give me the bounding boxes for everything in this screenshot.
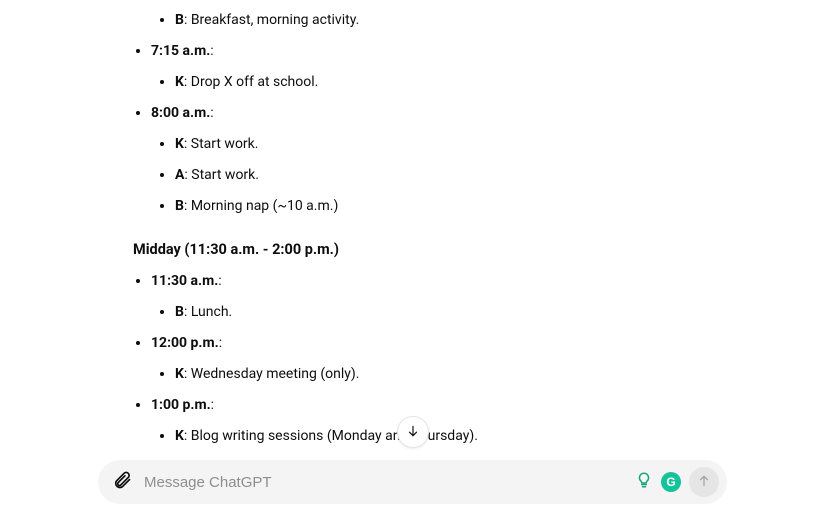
time-block: 7:15 a.m.: — [151, 41, 735, 62]
person-label: B — [175, 12, 184, 28]
person-label: K — [175, 428, 184, 444]
grammarly-icon[interactable]: G — [661, 472, 681, 492]
time-block: 1:00 p.m.: — [151, 395, 735, 416]
time-label: 11:30 a.m. — [151, 273, 218, 289]
time-block: 12:00 p.m.: — [151, 333, 735, 354]
arrow-down-icon — [406, 423, 420, 442]
list-item: K: Start work. — [175, 134, 735, 155]
time-label: 7:15 a.m. — [151, 43, 210, 59]
arrow-up-icon — [697, 473, 711, 492]
list-item: B: Breakfast, morning activity. — [175, 10, 735, 31]
person-label: B — [175, 198, 184, 214]
scroll-to-bottom-button[interactable] — [397, 416, 429, 448]
list-item: A: Start work. — [175, 165, 735, 186]
list-item: B: Breakfast, morning activity. — [115, 10, 735, 31]
send-button[interactable] — [689, 467, 719, 497]
list-item: K: Blog writing sessions (Monday and Thu… — [175, 426, 735, 447]
time-label: 12:00 p.m. — [151, 335, 219, 351]
paperclip-icon — [112, 470, 132, 494]
person-label: K — [175, 136, 184, 152]
item-text: Wednesday meeting (only). — [191, 366, 360, 382]
item-text: Breakfast, morning activity. — [191, 12, 359, 28]
lightbulb-icon — [635, 474, 653, 493]
time-block: 11:30 a.m.: — [151, 271, 735, 292]
message-input[interactable] — [142, 473, 625, 492]
person-label: K — [175, 74, 184, 90]
time-label: 1:00 p.m. — [151, 397, 211, 413]
person-label: B — [175, 304, 184, 320]
item-text: Start work. — [191, 136, 259, 152]
item-text: Lunch. — [191, 304, 232, 320]
item-text: Drop X off at school. — [191, 74, 319, 90]
person-label: A — [175, 167, 184, 183]
time-block: 8:00 a.m.: — [151, 103, 735, 124]
list-item: B: Morning nap (~10 a.m.) — [175, 196, 735, 217]
section-heading-midday: Midday (11:30 a.m. - 2:00 p.m.) — [133, 239, 735, 261]
item-text: Start work. — [191, 167, 259, 183]
attach-file-button[interactable] — [112, 470, 132, 494]
hints-button[interactable] — [635, 471, 653, 493]
list-item: B: Lunch. — [175, 302, 735, 323]
person-label: K — [175, 366, 184, 382]
message-input-bar: G — [98, 460, 727, 504]
list-item: K: Wednesday meeting (only). — [175, 364, 735, 385]
item-text: Morning nap (~10 a.m.) — [191, 198, 339, 214]
time-label: 8:00 a.m. — [151, 105, 210, 121]
list-item: K: Drop X off at school. — [175, 72, 735, 93]
item-text: Blog writing sessions (Monday and Thursd… — [191, 428, 478, 444]
chat-message-content: B: Breakfast, morning activity. 7:15 a.m… — [115, 0, 735, 456]
grammarly-letter: G — [666, 475, 675, 489]
